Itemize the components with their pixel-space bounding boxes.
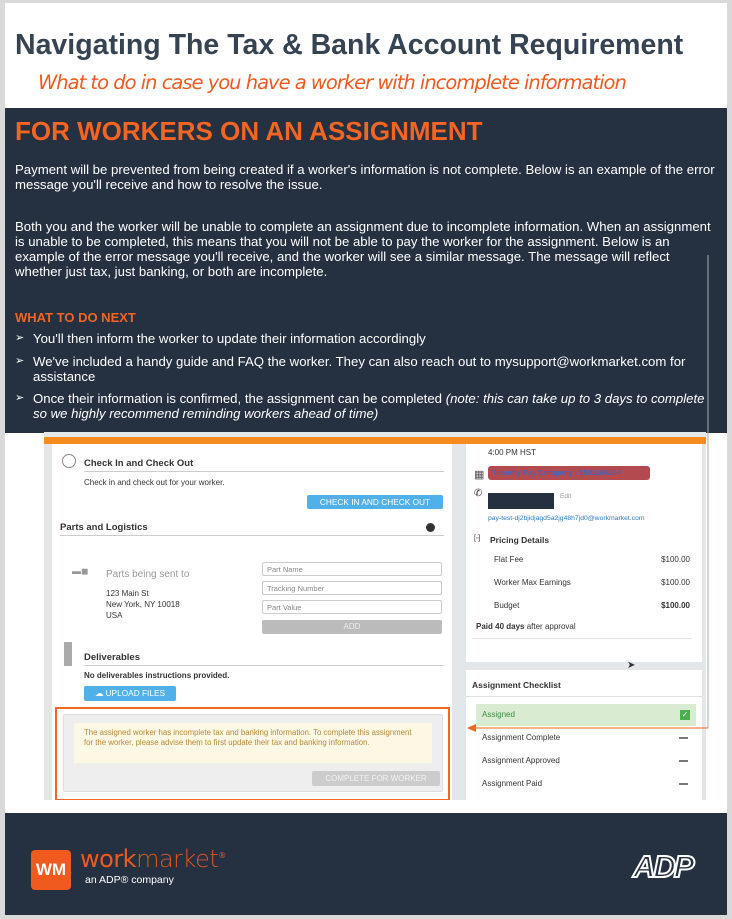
- footer: WM workmarket® an ADP® company ADP: [5, 813, 727, 915]
- workmarket-logo: workmarket®: [80, 845, 226, 873]
- brand-part: market: [136, 845, 219, 873]
- document-page: Navigating The Tax & Bank Account Requir…: [5, 3, 727, 915]
- callout-arrow: [467, 255, 709, 732]
- brand-part: work: [80, 845, 137, 873]
- tagline: an ADP® company: [85, 874, 174, 886]
- workmarket-logo-icon: WM: [31, 850, 71, 890]
- adp-logo: ADP: [632, 848, 695, 885]
